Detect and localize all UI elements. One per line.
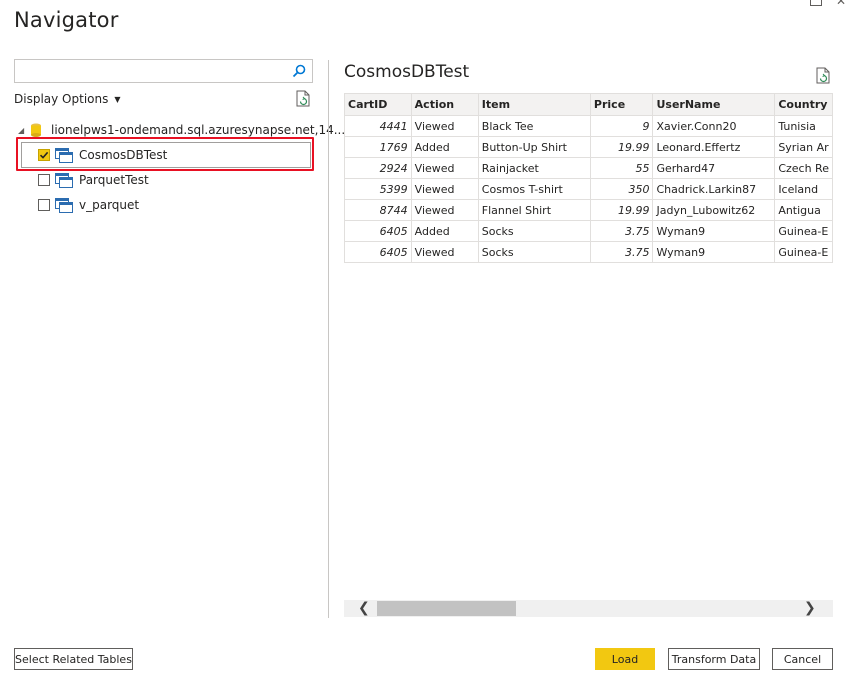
column-header[interactable]: Price (589, 93, 654, 116)
cell-username: Wyman9 (652, 220, 776, 242)
checkbox-check-icon (39, 151, 49, 159)
cell-price: 3.75 (589, 241, 654, 263)
cell-country: Syrian Ar (774, 136, 833, 158)
table-row: 8744 Viewed Flannel Shirt 19.99 Jadyn_Lu… (344, 199, 833, 221)
cell-action: Viewed (410, 157, 479, 179)
cell-username: Chadrick.Larkin87 (652, 178, 776, 200)
database-icon (31, 123, 41, 137)
cell-item: Flannel Shirt (477, 199, 591, 221)
search-box[interactable] (14, 59, 313, 83)
cell-item: Rainjacket (477, 157, 591, 179)
cell-cartid: 6405 (344, 220, 412, 242)
transform-data-button[interactable]: Transform Data (668, 648, 760, 670)
data-table: CartID Action Item Price UserName Countr… (344, 93, 833, 263)
cell-username: Wyman9 (652, 241, 776, 263)
cell-item: Socks (477, 241, 591, 263)
cell-item: Socks (477, 220, 591, 242)
preview-title: CosmosDBTest (344, 62, 470, 82)
cell-username: Leonard.Effertz (652, 136, 776, 158)
table-icon (55, 172, 73, 188)
tree-item-cosmosdbtest[interactable]: CosmosDBTest (38, 146, 167, 164)
table-row: 1769 Added Button-Up Shirt 19.99 Leonard… (344, 136, 833, 158)
tree-item-label: ParquetTest (79, 173, 149, 187)
pane-divider[interactable] (328, 60, 329, 618)
cell-price: 19.99 (589, 136, 654, 158)
cell-username: Jadyn_Lubowitz62 (652, 199, 776, 221)
checkbox[interactable] (38, 199, 50, 211)
cell-cartid: 1769 (344, 136, 412, 158)
cell-action: Viewed (410, 199, 479, 221)
table-icon (55, 147, 73, 163)
search-input[interactable] (15, 60, 285, 82)
cell-price: 3.75 (589, 220, 654, 242)
cell-cartid: 5399 (344, 178, 412, 200)
display-options-label: Display Options (14, 92, 109, 106)
column-header[interactable]: Country (774, 93, 833, 116)
chevron-down-icon: ▼ (114, 95, 121, 104)
cell-item: Cosmos T-shirt (477, 178, 591, 200)
cell-cartid: 8744 (344, 199, 412, 221)
tree-root-label: lionelpws1-ondemand.sql.azuresynapse.net… (51, 123, 346, 137)
cell-item: Button-Up Shirt (477, 136, 591, 158)
cell-action: Added (410, 136, 479, 158)
table-row: 2924 Viewed Rainjacket 55 Gerhard47 Czec… (344, 157, 833, 179)
cell-country: Guinea-E (774, 241, 833, 263)
cell-country: Iceland (774, 178, 833, 200)
scroll-left-icon[interactable]: ❮ (358, 600, 370, 617)
horizontal-scrollbar[interactable]: ❮ ❯ (344, 600, 833, 617)
tree-root-server[interactable]: ◢ lionelpws1-ondemand.sql.azuresynapse.n… (18, 122, 345, 138)
cancel-button[interactable]: Cancel (772, 648, 833, 670)
window-title: Navigator (14, 8, 119, 32)
tree-item-parquettest[interactable]: ParquetTest (38, 171, 149, 189)
table-row: 4441 Viewed Black Tee 9 Xavier.Conn20 Tu… (344, 115, 833, 137)
scrollbar-thumb[interactable] (377, 601, 516, 616)
search-icon[interactable] (291, 63, 307, 79)
tree-item-v-parquet[interactable]: v_parquet (38, 196, 139, 214)
cell-country: Antigua (774, 199, 833, 221)
cell-price: 19.99 (589, 199, 654, 221)
column-header[interactable]: Action (410, 93, 479, 116)
tree-item-label: v_parquet (79, 198, 140, 212)
restore-window-button[interactable] (810, 0, 822, 6)
close-window-button[interactable]: ✕ (836, 0, 846, 8)
column-header[interactable]: CartID (344, 93, 412, 116)
checkbox[interactable] (38, 149, 50, 161)
cell-action: Added (410, 220, 479, 242)
cell-action: Viewed (410, 241, 479, 263)
column-header[interactable]: UserName (652, 93, 776, 116)
select-related-tables-button[interactable]: Select Related Tables (14, 648, 133, 670)
document-refresh-icon[interactable] (296, 90, 310, 107)
table-row: 6405 Added Socks 3.75 Wyman9 Guinea-E (344, 220, 833, 242)
cell-price: 9 (589, 115, 654, 137)
preview-grid[interactable]: CartID Action Item Price UserName Countr… (344, 93, 833, 263)
load-button[interactable]: Load (595, 648, 655, 670)
expand-collapse-icon[interactable]: ◢ (18, 126, 30, 135)
cell-cartid: 2924 (344, 157, 412, 179)
column-header[interactable]: Item (477, 93, 591, 116)
checkbox[interactable] (38, 174, 50, 186)
cell-action: Viewed (410, 115, 479, 137)
tree-item-label: CosmosDBTest (79, 148, 168, 162)
scroll-right-icon[interactable]: ❯ (804, 600, 816, 617)
cell-price: 350 (589, 178, 654, 200)
cell-price: 55 (589, 157, 654, 179)
display-options-dropdown[interactable]: Display Options ▼ (14, 92, 121, 106)
table-header-row: CartID Action Item Price UserName Countr… (344, 93, 833, 116)
document-refresh-icon[interactable] (816, 67, 830, 84)
cell-country: Czech Re (774, 157, 833, 179)
cell-cartid: 4441 (344, 115, 412, 137)
cell-username: Gerhard47 (652, 157, 776, 179)
table-row: 5399 Viewed Cosmos T-shirt 350 Chadrick.… (344, 178, 833, 200)
table-row: 6405 Viewed Socks 3.75 Wyman9 Guinea-E (344, 241, 833, 263)
cell-country: Tunisia (774, 115, 833, 137)
cell-action: Viewed (410, 178, 479, 200)
table-icon (55, 197, 73, 213)
cell-cartid: 6405 (344, 241, 412, 263)
cell-username: Xavier.Conn20 (652, 115, 776, 137)
cell-item: Black Tee (477, 115, 591, 137)
cell-country: Guinea-E (774, 220, 833, 242)
